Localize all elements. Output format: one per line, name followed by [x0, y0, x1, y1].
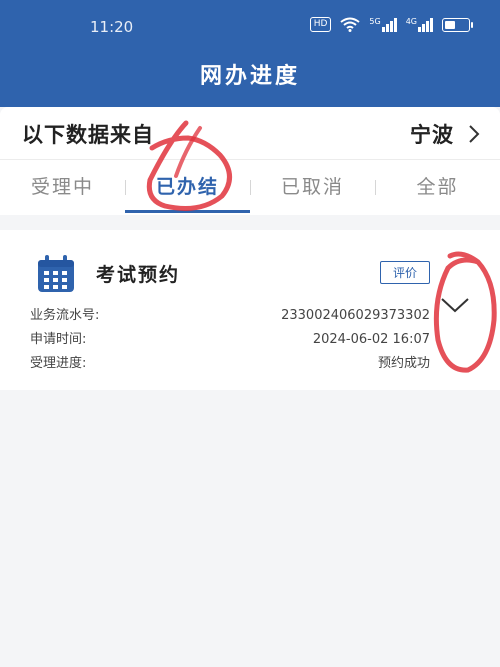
serial-number-row: 业务流水号: 233002406029373302: [30, 306, 430, 326]
signal-bars-icon: [418, 17, 433, 32]
progress-row: 受理进度: 预约成功: [30, 354, 430, 374]
record-title: 考试预约: [96, 264, 181, 286]
rate-button[interactable]: 评价: [380, 261, 430, 284]
tab-cancelled[interactable]: 已取消: [250, 160, 375, 215]
chevron-down-icon[interactable]: [440, 296, 470, 314]
tab-processing[interactable]: 受理中: [0, 160, 125, 215]
top-bar: 11:20 HD 5G 4G 网办进度: [0, 0, 500, 107]
signal-4g: 4G: [405, 16, 433, 32]
data-source-city: 宁波: [410, 123, 454, 147]
record-card[interactable]: 考试预约 评价 业务流水号: 233002406029373302 申请时间: …: [0, 230, 500, 390]
content-sheet: 以下数据来自 宁波 受理中 已办结 已取消 全部: [0, 107, 500, 215]
apply-time-value: 2024-06-02 16:07: [312, 332, 430, 347]
network-5g-label: 5G: [369, 16, 381, 26]
data-source-row[interactable]: 以下数据来自 宁波: [0, 107, 500, 160]
signal-5g: 5G: [369, 16, 397, 32]
progress-label: 受理进度:: [30, 356, 87, 371]
network-4g-label: 4G: [405, 16, 417, 26]
tab-all[interactable]: 全部: [375, 160, 500, 215]
apply-time-row: 申请时间: 2024-06-02 16:07: [30, 330, 430, 350]
page-title: 网办进度: [199, 64, 300, 89]
signal-bars-icon: [381, 17, 397, 32]
status-time: 11:20: [90, 18, 134, 36]
status-tabs: 受理中 已办结 已取消 全部: [0, 160, 500, 215]
battery-fill: [445, 20, 455, 29]
wifi-icon: [340, 17, 361, 32]
status-icons: HD 5G 4G: [309, 16, 473, 32]
tab-completed[interactable]: 已办结: [125, 160, 250, 215]
battery-icon: [442, 17, 473, 32]
serial-number-label: 业务流水号:: [30, 308, 100, 323]
data-source-label: 以下数据来自: [22, 123, 154, 147]
serial-number-value: 233002406029373302: [281, 308, 430, 323]
calendar-icon: [38, 255, 74, 292]
chevron-right-icon: [469, 125, 480, 143]
apply-time-label: 申请时间:: [30, 332, 87, 347]
hd-badge: HD: [309, 17, 332, 32]
progress-value: 预约成功: [377, 356, 430, 371]
